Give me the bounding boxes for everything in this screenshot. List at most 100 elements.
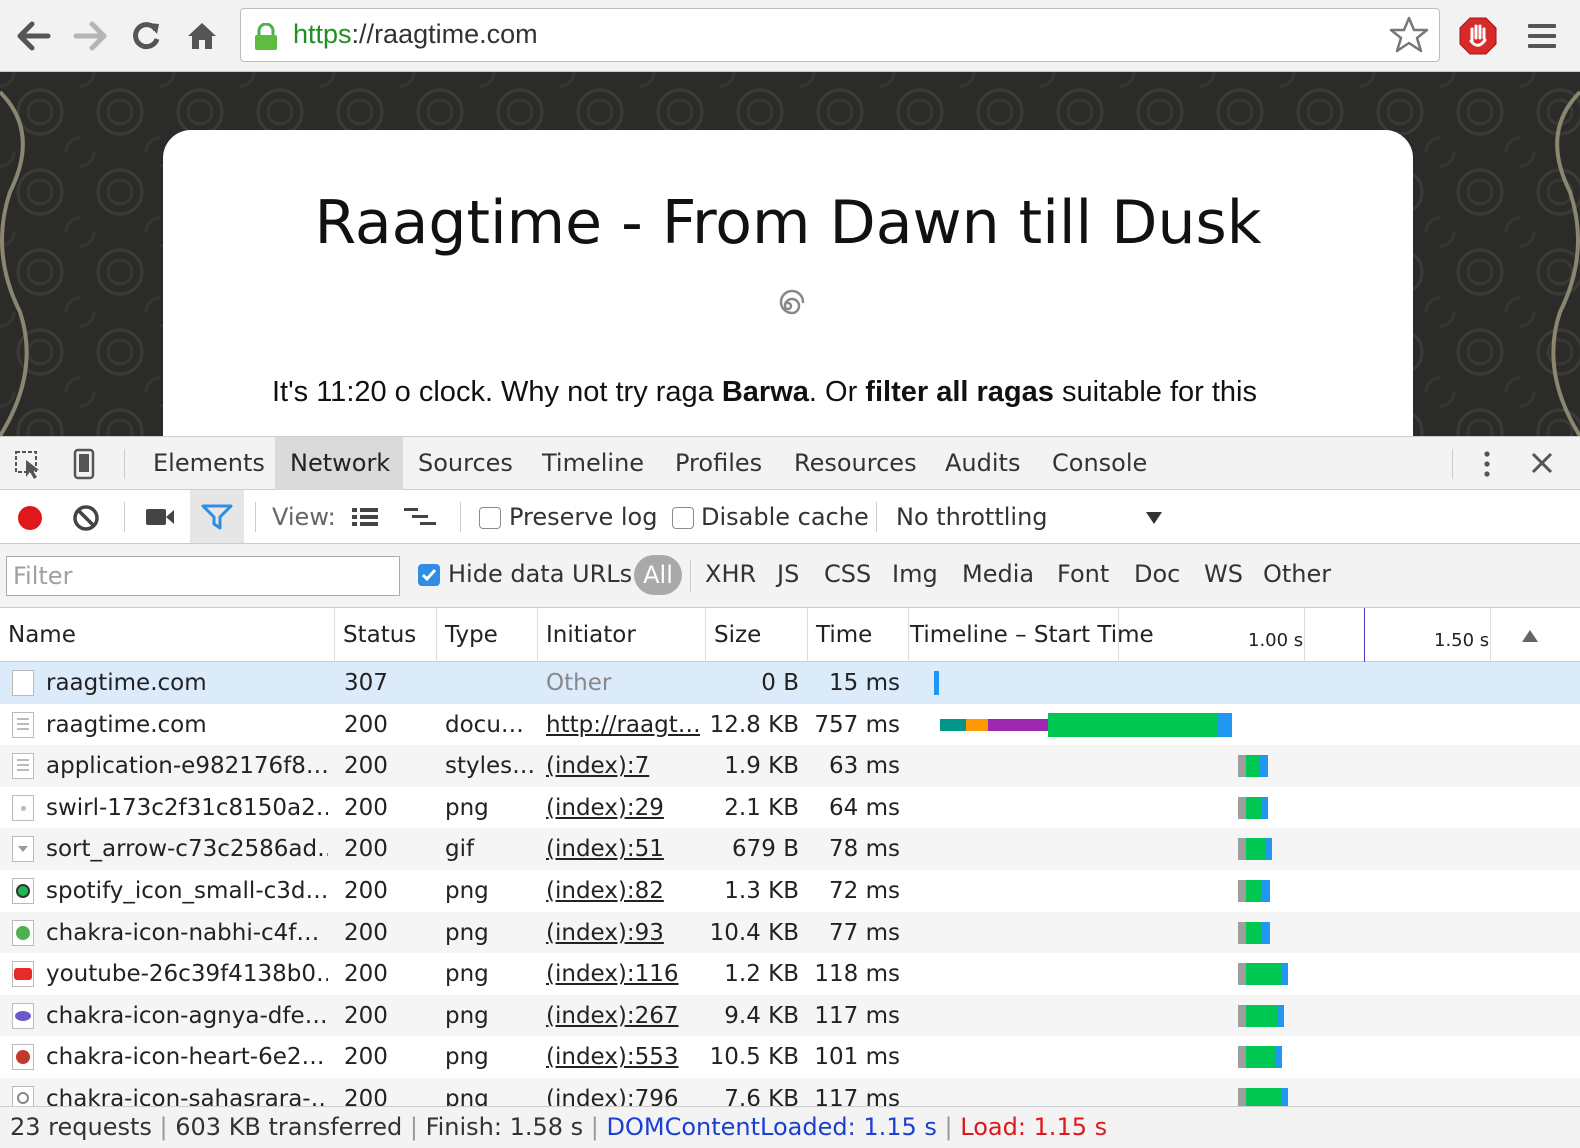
table-row[interactable]: application-e982176f8… 200 styles… (index):… (0, 745, 1580, 788)
record-icon (18, 506, 42, 530)
device-mode-button[interactable] (72, 448, 96, 484)
request-initiator: Other (546, 670, 612, 696)
table-row[interactable]: swirl-173c2f31c8150a2… 200 png (index):29 2.… (0, 786, 1580, 829)
request-initiator[interactable]: (index):29 (546, 787, 700, 829)
table-row[interactable]: chakra-icon-sahasrara-… 200 png (index):796… (0, 1078, 1580, 1106)
lock-icon (255, 23, 277, 50)
tab-network[interactable]: Network (275, 437, 403, 490)
request-initiator[interactable]: (index):51 (546, 828, 700, 870)
sort-ascending-icon[interactable] (1520, 628, 1540, 644)
funnel-filter-icon (201, 504, 233, 530)
back-button[interactable] (16, 18, 52, 54)
overview-button[interactable] (402, 506, 438, 532)
home-button[interactable] (184, 18, 220, 54)
table-row[interactable]: youtube-26c39f4138b0… 200 png (index):116 1.… (0, 953, 1580, 996)
filter-type-xhr[interactable]: XHR (705, 560, 756, 588)
tab-elements[interactable]: Elements (145, 437, 273, 490)
large-rows-button[interactable] (350, 506, 380, 532)
filter-type-other[interactable]: Other (1263, 560, 1331, 588)
clear-button[interactable] (72, 504, 100, 536)
table-row[interactable]: sort_arrow-c73c2586ad… 200 gif (index):51 67… (0, 828, 1580, 871)
column-size[interactable]: Size (706, 608, 761, 662)
request-initiator[interactable]: http://raagt… (546, 704, 700, 746)
forward-button[interactable] (72, 18, 108, 54)
adblock-extension-button[interactable] (1458, 16, 1498, 56)
request-initiator[interactable]: (index):7 (546, 745, 700, 787)
table-row[interactable]: raagtime.com 200 docu… http://raagt… 12.8 KB… (0, 703, 1580, 746)
timeline-tick-2: 1.50 s (1434, 630, 1490, 651)
filter-type-ws[interactable]: WS (1204, 560, 1243, 588)
list-view-icon (352, 508, 378, 526)
waterfall-bar (1246, 963, 1282, 986)
network-summary-bar: 23 requests | 603 KB transferred | Finis… (0, 1106, 1580, 1148)
video-camera-icon (146, 509, 174, 525)
file-type-icon (12, 1002, 34, 1029)
table-row[interactable]: raagtime.com 307 Other 0 B 15 ms (0, 662, 1580, 704)
tab-timeline[interactable]: Timeline (534, 437, 652, 490)
tab-resources[interactable]: Resources (786, 437, 925, 490)
table-row[interactable]: chakra-icon-nabhi-c4f… 200 png (index):93 10… (0, 911, 1580, 954)
filter-type-font[interactable]: Font (1057, 560, 1109, 588)
filter-all-ragas-link[interactable]: filter all ragas (865, 376, 1054, 408)
request-initiator[interactable]: (index):93 (546, 912, 700, 954)
request-initiator[interactable]: (index):116 (546, 953, 700, 995)
reload-button[interactable] (128, 18, 164, 54)
table-header: Name Status Type Initiator Size Time Tim… (0, 608, 1580, 662)
devtools-close-button[interactable] (1530, 451, 1554, 479)
request-initiator[interactable]: (index):267 (546, 995, 700, 1037)
filter-type-doc[interactable]: Doc (1134, 560, 1180, 588)
filter-type-media[interactable]: Media (962, 560, 1034, 588)
capture-screenshots-button[interactable] (144, 506, 176, 532)
request-size: 1.9 KB (724, 753, 799, 780)
column-timeline[interactable]: Timeline – Start Time (902, 608, 1154, 662)
filter-toggle-button[interactable] (190, 490, 244, 543)
waterfall-bar (1260, 755, 1268, 778)
waterfall-bar (940, 718, 966, 731)
request-time: 117 ms (814, 1086, 900, 1106)
throttling-select[interactable]: No throttling (888, 496, 1178, 538)
request-size: 7.6 KB (724, 1086, 799, 1106)
filter-type-css[interactable]: CSS (824, 560, 871, 588)
request-size: 12.8 KB (709, 711, 799, 738)
request-type: png (445, 1044, 489, 1071)
tab-audits[interactable]: Audits (937, 437, 1028, 490)
throttling-value: No throttling (896, 503, 1048, 531)
hide-data-urls-checkbox[interactable] (418, 564, 440, 586)
tab-sources[interactable]: Sources (410, 437, 521, 490)
table-row[interactable]: chakra-icon-agnya-dfe… 200 png (index):267 9… (0, 994, 1580, 1037)
raga-link[interactable]: Barwa (722, 376, 809, 408)
inspect-element-button[interactable] (14, 450, 44, 484)
waterfall-bar (1048, 712, 1218, 737)
devtools-more-button[interactable] (1480, 449, 1494, 483)
filter-input[interactable] (6, 556, 400, 596)
request-status: 200 (344, 919, 388, 946)
column-status[interactable]: Status (335, 608, 416, 662)
column-time[interactable]: Time (808, 608, 872, 662)
column-name[interactable]: Name (0, 608, 76, 662)
address-bar[interactable]: https://raagtime.com (240, 8, 1440, 62)
record-button[interactable] (16, 504, 44, 536)
tab-console[interactable]: Console (1044, 437, 1155, 490)
waterfall-bar (1246, 755, 1260, 778)
column-initiator[interactable]: Initiator (538, 608, 636, 662)
column-type[interactable]: Type (437, 608, 498, 662)
request-status: 200 (344, 711, 388, 738)
filter-type-js[interactable]: JS (777, 560, 799, 588)
filter-type-img[interactable]: Img (892, 560, 938, 588)
table-row[interactable]: spotify_icon_small-c3d… 200 png (index):82 1… (0, 870, 1580, 912)
disable-cache-checkbox[interactable] (672, 507, 694, 529)
bookmark-star-icon[interactable] (1389, 15, 1429, 55)
request-size: 1.3 KB (724, 878, 799, 904)
filter-type-all[interactable]: All (634, 555, 682, 595)
request-name: spotify_icon_small-c3d… (46, 878, 328, 904)
chrome-menu-button[interactable] (1524, 18, 1560, 54)
tab-profiles[interactable]: Profiles (667, 437, 770, 490)
request-initiator[interactable]: (index):796 (546, 1078, 700, 1106)
table-row[interactable]: chakra-icon-heart-6e2… 200 png (index):553 1… (0, 1036, 1580, 1079)
request-initiator[interactable]: (index):82 (546, 870, 700, 912)
request-status: 200 (344, 961, 388, 988)
file-type-icon (12, 1044, 34, 1071)
waterfall-bar (1238, 1046, 1246, 1069)
preserve-log-checkbox[interactable] (479, 507, 501, 529)
request-initiator[interactable]: (index):553 (546, 1036, 700, 1078)
